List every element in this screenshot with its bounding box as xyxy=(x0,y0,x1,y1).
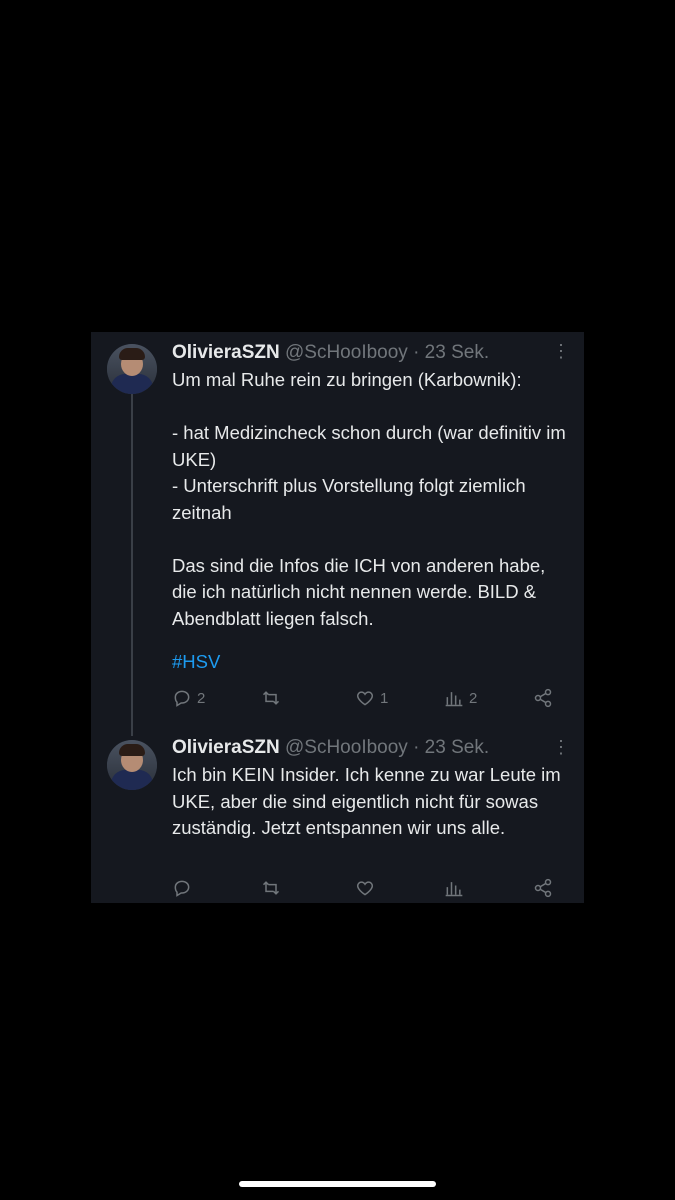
retweet-button[interactable] xyxy=(261,876,286,900)
tweet-actions xyxy=(172,876,567,900)
like-count: 1 xyxy=(380,689,389,707)
like-button[interactable]: 1 xyxy=(355,686,388,710)
reply-button[interactable]: 2 xyxy=(172,686,205,710)
share-button[interactable] xyxy=(533,686,553,710)
views-icon xyxy=(445,882,463,897)
tweet-header: OlivieraSZN @ScHooIbooy · 23 Sek. xyxy=(172,341,489,365)
avatar[interactable] xyxy=(107,344,157,394)
share-button[interactable] xyxy=(533,876,553,900)
avatar[interactable] xyxy=(107,740,157,790)
retweet-icon xyxy=(262,881,280,895)
retweet-button[interactable] xyxy=(261,686,286,710)
like-button[interactable] xyxy=(355,876,380,900)
tweet-header: OlivieraSZN @ScHooIbooy · 23 Sek. xyxy=(172,736,489,760)
reply-button[interactable] xyxy=(172,876,197,900)
reply-icon xyxy=(174,690,190,707)
like-icon xyxy=(356,881,374,896)
home-indicator[interactable] xyxy=(239,1181,436,1187)
tweet-actions: 2 1 2 xyxy=(172,686,567,710)
tweet-text: Ich bin KEIN Insider. Ich kenne zu war L… xyxy=(172,764,561,838)
reply-count: 2 xyxy=(197,689,206,707)
hashtag-link[interactable]: #HSV xyxy=(172,649,572,676)
tweet-time[interactable]: · 23 Sek. xyxy=(413,342,489,363)
tweet-time[interactable]: · 23 Sek. xyxy=(413,737,489,758)
thread-connector-line xyxy=(131,394,133,736)
author-handle[interactable]: @ScHooIbooy xyxy=(285,737,408,758)
tweet-text: Um mal Ruhe rein zu bringen (Karbownik):… xyxy=(172,369,566,629)
more-icon[interactable]: ⋮ xyxy=(551,341,571,361)
author-name[interactable]: OlivieraSZN xyxy=(172,342,280,363)
like-icon xyxy=(356,691,374,706)
views-button[interactable]: 2 xyxy=(444,686,477,710)
views-icon xyxy=(445,692,463,707)
retweet-icon xyxy=(262,691,280,705)
reply-icon xyxy=(174,880,190,897)
share-icon xyxy=(534,688,552,708)
author-name[interactable]: OlivieraSZN xyxy=(172,737,280,758)
views-button[interactable] xyxy=(444,876,469,900)
author-handle[interactable]: @ScHooIbooy xyxy=(285,342,408,363)
views-count: 2 xyxy=(469,689,478,707)
share-icon xyxy=(534,878,552,898)
more-icon[interactable]: ⋮ xyxy=(551,737,571,757)
